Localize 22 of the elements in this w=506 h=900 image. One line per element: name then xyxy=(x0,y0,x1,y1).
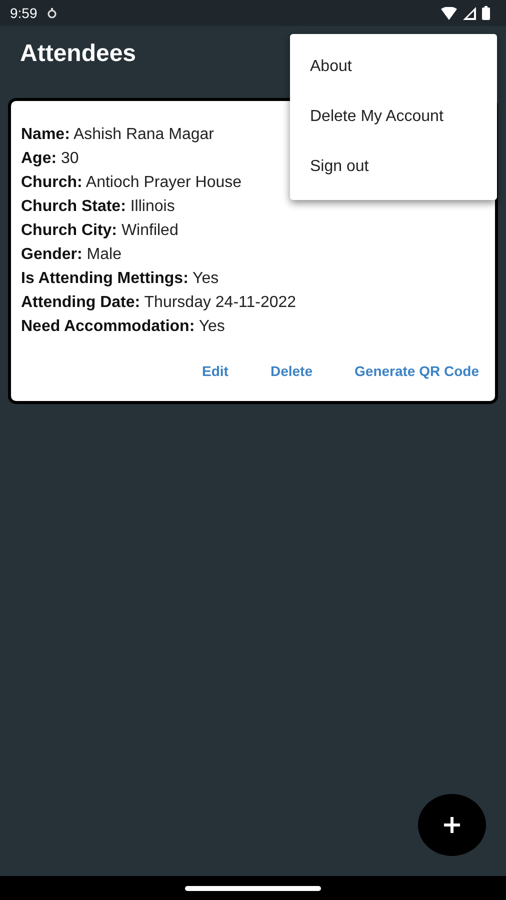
action-button[interactable]: Generate QR Code xyxy=(350,355,483,387)
action-button[interactable]: Edit xyxy=(198,355,232,387)
app-title: Attendees xyxy=(20,40,136,68)
signal-icon xyxy=(463,6,476,20)
wifi-icon xyxy=(441,6,457,20)
menu-item[interactable]: Sign out xyxy=(290,142,497,192)
status-time: 9:59 xyxy=(10,5,38,21)
attendee-detail: Is Attending Mettings: Yes xyxy=(21,269,219,289)
attendee-detail: Church: Antioch Prayer House xyxy=(21,173,242,193)
plus-icon xyxy=(443,816,461,834)
attendee-detail: Age: 30 xyxy=(21,149,79,169)
menu-item[interactable]: Delete My Account xyxy=(290,92,497,142)
menu-item[interactable]: About xyxy=(290,42,497,92)
action-button[interactable]: Delete xyxy=(266,355,317,387)
battery-icon xyxy=(482,6,490,20)
attendee-detail: Church City: Winfiled xyxy=(21,221,178,241)
attendee-detail: Attending Date: Thursday 24-11-2022 xyxy=(21,293,296,313)
home-handle[interactable] xyxy=(185,886,321,890)
attendee-detail: Need Accommodation: Yes xyxy=(21,317,225,337)
attendee-detail: Name: Ashish Rana Magar xyxy=(21,125,214,145)
attendee-detail: Gender: Male xyxy=(21,245,122,265)
attendee-detail: Church State: Illinois xyxy=(21,197,175,217)
